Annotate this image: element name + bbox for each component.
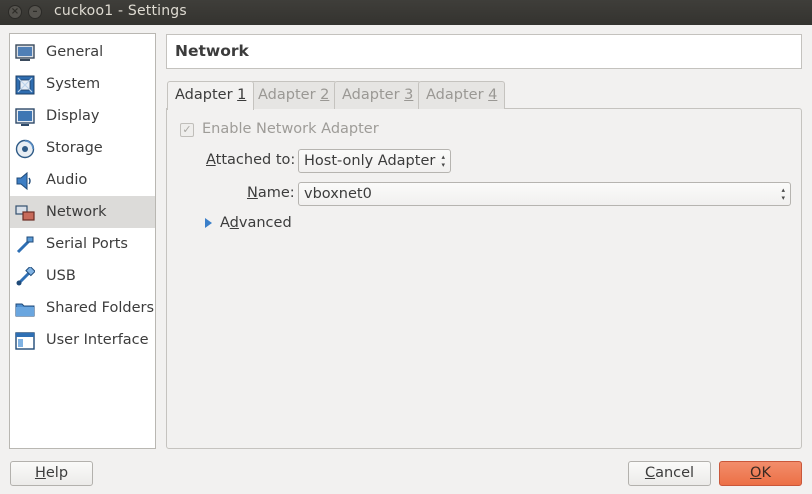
sidebar-item-label: Serial Ports — [46, 236, 128, 252]
sidebar-item-label: Network — [46, 204, 107, 220]
advanced-text-pre: A — [220, 215, 230, 231]
tab-adapter-3[interactable]: Adapter 3 — [334, 81, 422, 109]
expand-arrow-icon[interactable] — [205, 218, 212, 228]
tab-label: Adapter — [342, 87, 405, 103]
attached-to-label: Attached to: — [206, 152, 295, 168]
name-mnemonic: N — [247, 185, 258, 201]
page-title: Network — [175, 42, 249, 60]
tab-adapter-1[interactable]: Adapter 1 — [167, 81, 255, 110]
ok-button[interactable]: OK — [719, 461, 802, 486]
attached-to-label-text: ttached to: — [215, 152, 296, 168]
sidebar-item-label: Display — [46, 108, 100, 124]
tab-label: Adapter — [258, 87, 321, 103]
enable-adapter-label: Enable Network Adapter — [202, 121, 379, 137]
audio-icon — [16, 171, 31, 191]
name-label-text: ame: — [257, 185, 295, 201]
advanced-expander[interactable]: Advanced — [220, 215, 292, 231]
window-title: cuckoo1 - Settings — [54, 3, 187, 19]
sidebar-item-label: User Interface — [46, 332, 149, 348]
attached-to-mnemonic: A — [206, 152, 216, 168]
help-mnemonic: H — [34, 465, 46, 481]
storage-icon — [15, 139, 35, 159]
usb-icon — [16, 267, 35, 286]
sidebar-item-label: USB — [46, 268, 76, 284]
tab-adapter-4[interactable]: Adapter 4 — [418, 81, 506, 109]
tab-mnemonic: 3 — [404, 87, 414, 103]
sidebar-item-audio[interactable]: Audio — [10, 164, 155, 196]
sidebar-item-usb[interactable]: USB — [10, 260, 155, 292]
tab-mnemonic: 2 — [320, 87, 330, 103]
attached-to-value: Host-only Adapter — [304, 153, 436, 169]
sidebar-item-system[interactable]: System — [10, 68, 155, 100]
sidebar-item-general[interactable]: General — [10, 36, 155, 68]
minimize-window-button[interactable]: – — [28, 5, 42, 19]
cancel-label: ancel — [655, 465, 695, 481]
tab-mnemonic: 1 — [237, 87, 247, 103]
sidebar-item-label: Storage — [46, 140, 103, 156]
ok-label: K — [761, 465, 771, 481]
tab-label: Adapter — [426, 87, 489, 103]
page-header: Network — [166, 34, 802, 69]
help-button[interactable]: Help — [10, 461, 93, 486]
advanced-text-post: vanced — [238, 215, 292, 231]
name-select[interactable]: vboxnet0 ▴ ▾ — [298, 182, 791, 206]
general-icon — [15, 44, 35, 61]
sidebar-item-network[interactable]: Network — [10, 196, 155, 228]
sidebar-item-user-interface[interactable]: User Interface — [10, 324, 155, 356]
cancel-button[interactable]: Cancel — [628, 461, 711, 486]
sidebar-item-display[interactable]: Display — [10, 100, 155, 132]
enable-adapter-checkbox[interactable]: ✓ — [180, 123, 194, 137]
tab-label: Adapter — [175, 87, 238, 103]
close-window-button[interactable]: × — [8, 5, 22, 19]
sidebar-item-label: System — [46, 76, 101, 92]
ok-mnemonic: O — [750, 465, 762, 481]
advanced-mnemonic: d — [229, 215, 239, 231]
serial-ports-icon — [16, 236, 34, 254]
title-bar: × – cuckoo1 - Settings — [0, 0, 812, 25]
system-icon — [15, 75, 35, 95]
name-label: Name: — [247, 185, 295, 201]
attached-to-select[interactable]: Host-only Adapter ▴ ▾ — [298, 149, 451, 173]
network-icon — [15, 205, 35, 221]
name-value: vboxnet0 — [304, 186, 372, 202]
shared-folders-icon — [15, 303, 35, 317]
cancel-mnemonic: C — [644, 465, 656, 481]
sidebar-item-label: Shared Folders — [46, 300, 155, 316]
sidebar-item-label: Audio — [46, 172, 88, 188]
tab-mnemonic: 4 — [488, 87, 498, 103]
sidebar-item-shared-folders[interactable]: Shared Folders — [10, 292, 155, 324]
display-icon — [15, 108, 35, 126]
tab-adapter-2[interactable]: Adapter 2 — [250, 81, 338, 109]
settings-sidebar: General System Display Storage Audio Net… — [9, 33, 156, 449]
sidebar-item-serial-ports[interactable]: Serial Ports — [10, 228, 155, 260]
sidebar-item-storage[interactable]: Storage — [10, 132, 155, 164]
sidebar-item-label: General — [46, 44, 104, 60]
user-interface-icon — [15, 332, 35, 350]
select-arrows-icon: ▴ ▾ — [441, 153, 445, 169]
help-label: elp — [45, 465, 69, 481]
select-arrows-icon: ▴ ▾ — [781, 186, 785, 202]
